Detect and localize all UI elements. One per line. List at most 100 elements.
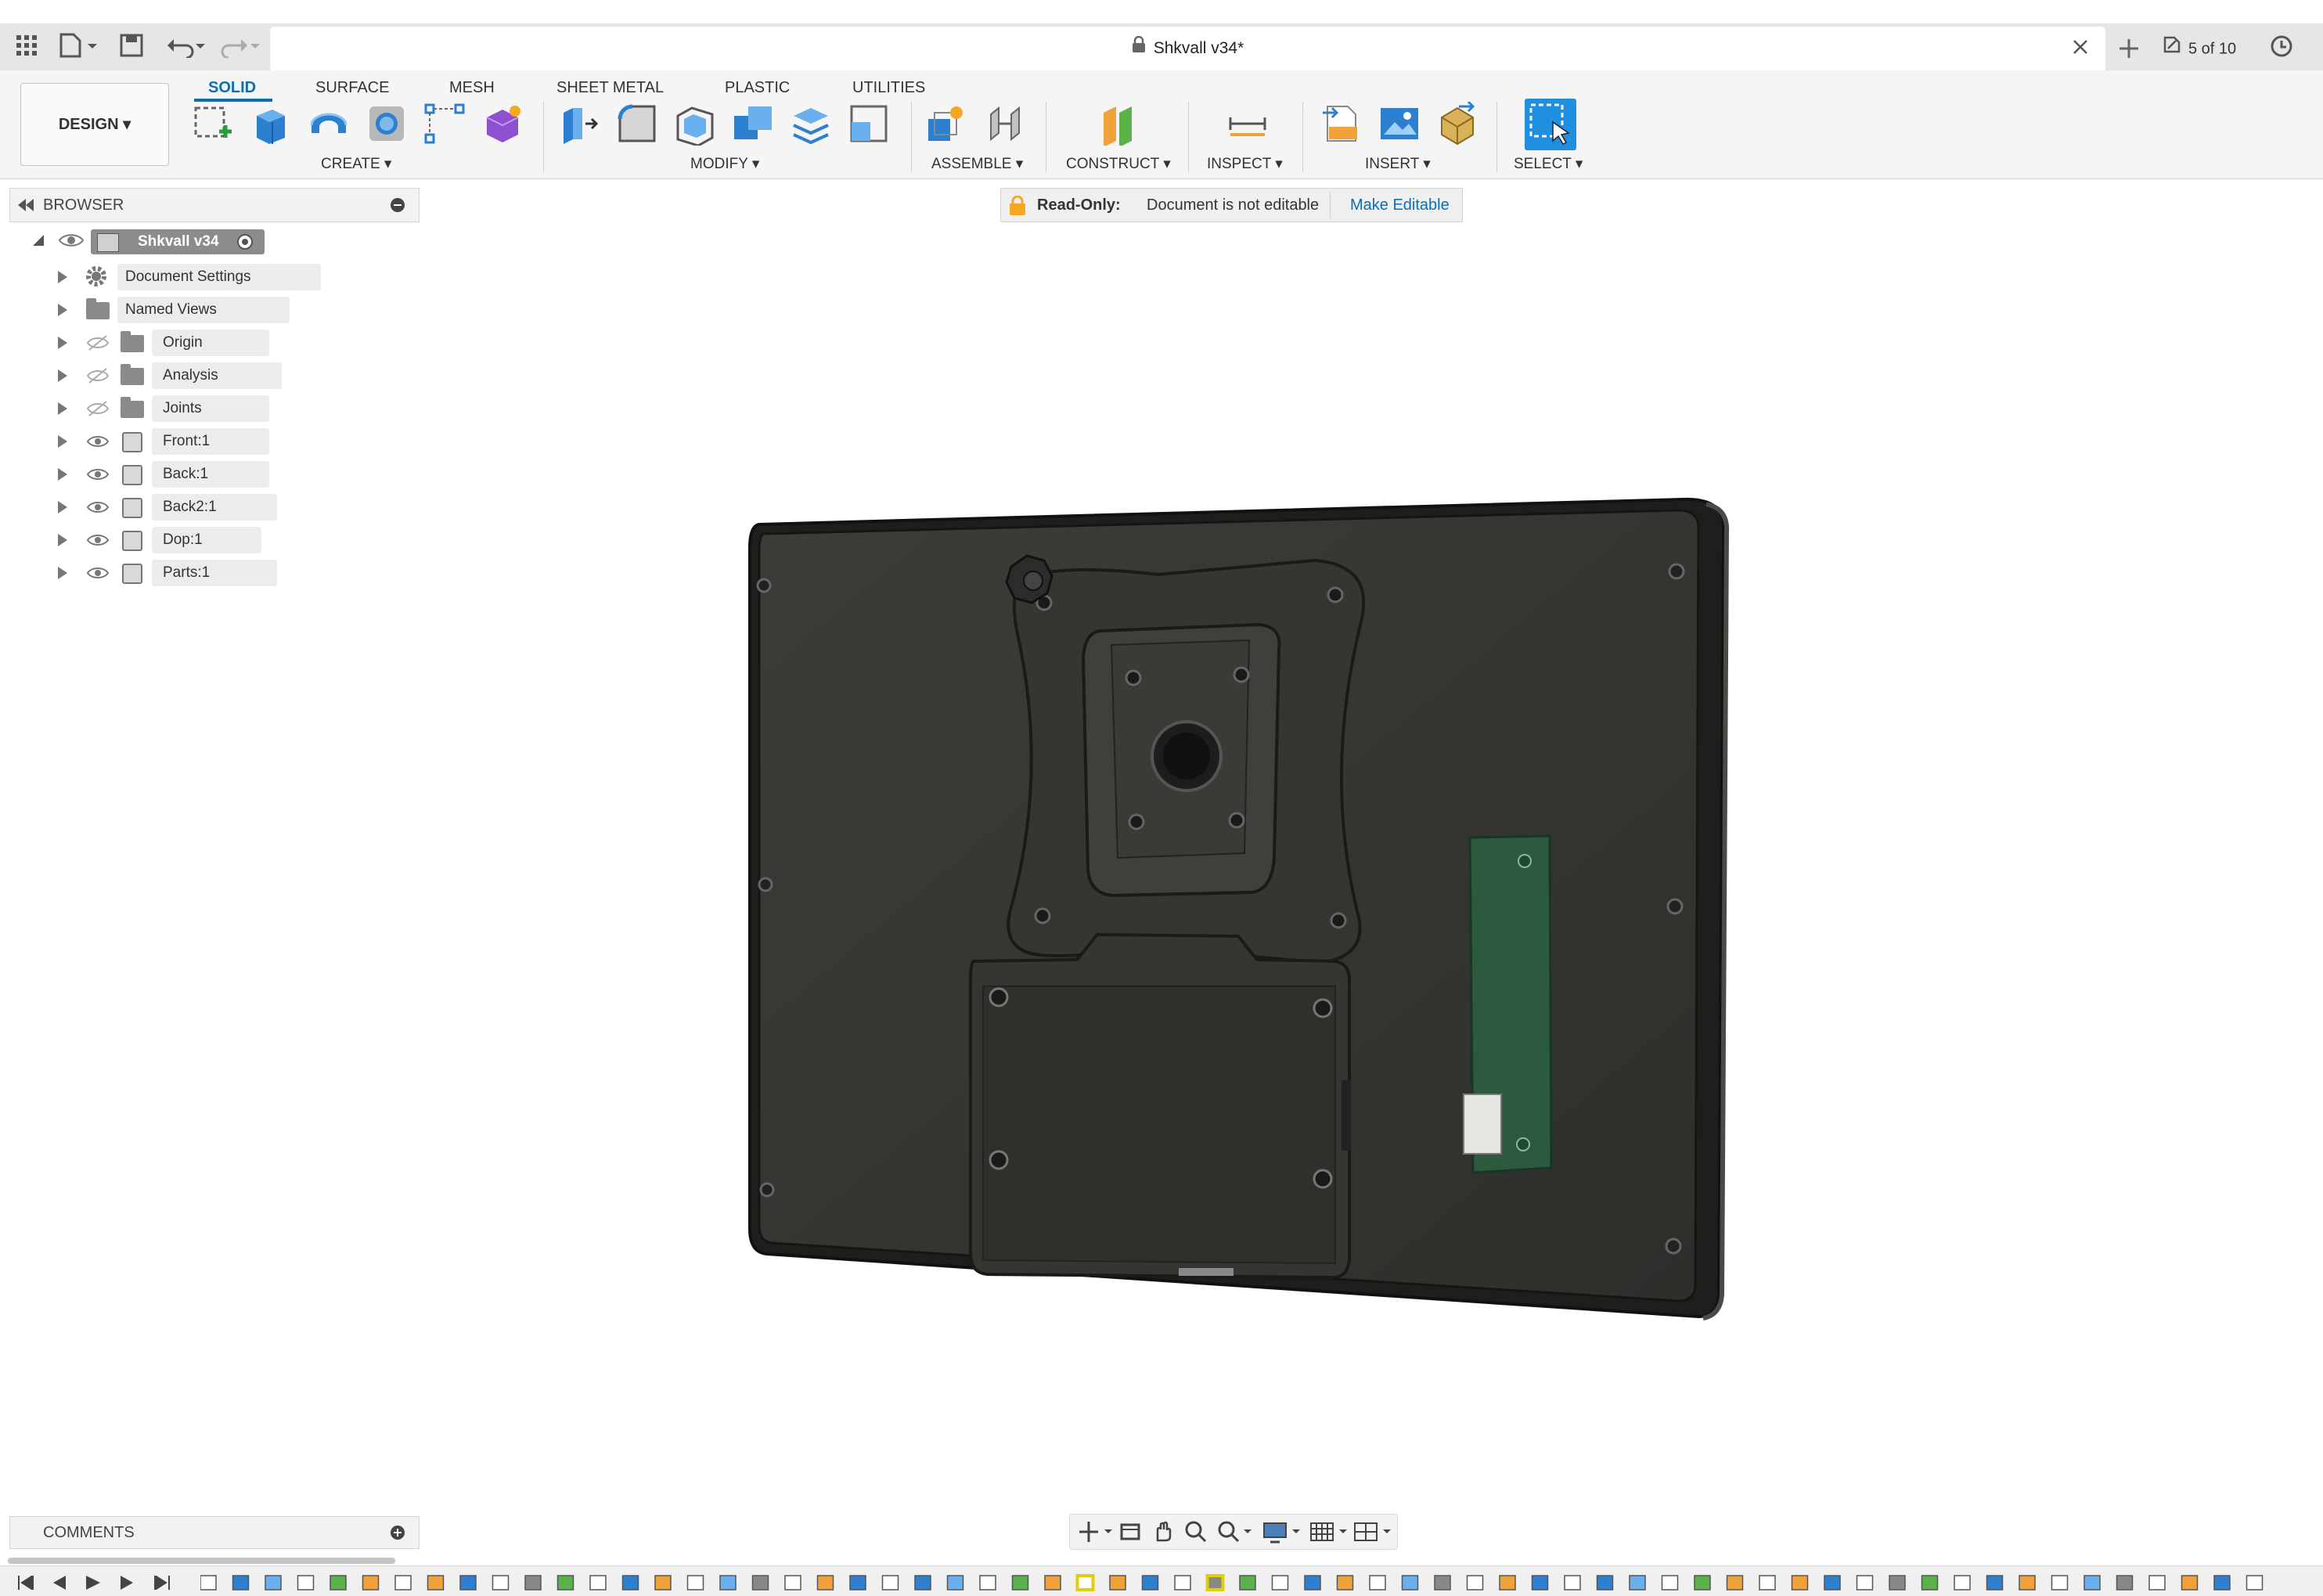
timeline-start-icon[interactable] (16, 1574, 34, 1594)
timeline-feature-icon[interactable] (1174, 1575, 1191, 1591)
revolve-icon[interactable] (307, 102, 351, 146)
redo-icon[interactable] (219, 34, 260, 62)
apps-grid-icon[interactable] (11, 23, 42, 70)
collapse-panel-icon[interactable] (16, 197, 35, 217)
insert-mesh-icon[interactable] (1435, 100, 1479, 146)
timeline-feature-icon[interactable] (2246, 1575, 2264, 1591)
timeline-feature-icon[interactable] (2083, 1575, 2101, 1591)
look-at-icon[interactable] (1118, 1520, 1142, 1547)
extrude-icon[interactable] (249, 102, 293, 146)
timeline-feature-icon[interactable] (946, 1575, 964, 1591)
root-collapse-toggle[interactable] (31, 233, 45, 251)
timeline-feature-icon[interactable] (1596, 1575, 1614, 1591)
timeline-feature-icon[interactable] (362, 1575, 380, 1591)
combine-icon[interactable] (731, 102, 775, 146)
timeline-feature-icon[interactable] (427, 1575, 445, 1591)
timeline-feature-icon[interactable] (2181, 1575, 2199, 1591)
expand-icon[interactable] (58, 304, 67, 316)
grid-settings-icon[interactable] (1309, 1520, 1349, 1547)
timeline-feature-icon[interactable] (1954, 1575, 1971, 1591)
expand-icon[interactable] (58, 468, 67, 481)
expand-icon[interactable] (58, 567, 67, 579)
display-settings-icon[interactable] (1262, 1520, 1302, 1547)
timeline-feature-icon[interactable] (1434, 1575, 1451, 1591)
tab-surface[interactable]: SURFACE (315, 70, 389, 105)
version-indicator[interactable]: 5 of 10 (2162, 34, 2236, 63)
create-form-icon[interactable] (481, 102, 524, 146)
timeline-feature-icon[interactable] (232, 1575, 250, 1591)
timeline-feature-icon[interactable] (265, 1575, 282, 1591)
timeline-feature-icon[interactable] (1336, 1575, 1354, 1591)
measure-icon[interactable] (1226, 102, 1270, 146)
save-icon[interactable] (119, 33, 144, 62)
scale-icon[interactable] (847, 102, 891, 146)
orbit-icon[interactable] (1078, 1520, 1112, 1547)
fillet-icon[interactable] (615, 102, 659, 146)
tab-sheet-metal[interactable]: SHEET METAL (556, 70, 664, 105)
hole-icon[interactable] (365, 102, 409, 146)
timeline-feature-icon[interactable] (1109, 1575, 1126, 1591)
visibility-eye-icon[interactable] (86, 499, 110, 520)
visibility-eye-icon[interactable] (86, 531, 110, 553)
timeline-feature-icon[interactable] (1239, 1575, 1256, 1591)
timeline-end-icon[interactable] (153, 1574, 172, 1594)
expand-icon[interactable] (58, 271, 67, 283)
timeline-feature-icon[interactable] (2148, 1575, 2166, 1591)
timeline-feature-icon[interactable] (2019, 1575, 2036, 1591)
timeline-feature-icon[interactable] (979, 1575, 996, 1591)
job-status-icon[interactable] (2270, 34, 2293, 62)
expand-icon[interactable] (58, 435, 67, 448)
tab-plastic[interactable]: PLASTIC (725, 70, 790, 105)
expand-icon[interactable] (58, 501, 67, 513)
timeline-previous-icon[interactable] (50, 1576, 67, 1594)
timeline-feature-icon[interactable] (1271, 1575, 1289, 1591)
timeline-feature-icon[interactable] (849, 1575, 866, 1591)
timeline-feature-icon[interactable] (686, 1575, 704, 1591)
timeline-feature-icon[interactable] (719, 1575, 737, 1591)
insert-canvas-icon[interactable] (1378, 102, 1421, 146)
timeline-feature-icon[interactable] (394, 1575, 412, 1591)
timeline-feature-icon[interactable] (1661, 1575, 1679, 1591)
press-pull-icon[interactable] (557, 102, 601, 146)
timeline-feature-icon[interactable] (1466, 1575, 1484, 1591)
fit-zoom-icon[interactable] (1217, 1520, 1252, 1547)
timeline-feature-icon[interactable] (621, 1575, 639, 1591)
comments-panel[interactable]: COMMENTS (9, 1516, 420, 1549)
tab-mesh[interactable]: MESH (449, 70, 495, 105)
new-component-icon[interactable] (924, 102, 967, 146)
timeline-feature-icon[interactable] (297, 1575, 315, 1591)
offset-plane-icon[interactable] (1096, 102, 1140, 147)
timeline-feature-icon[interactable] (1011, 1575, 1029, 1591)
select-menu[interactable]: SELECT ▾ (1514, 155, 1583, 173)
timeline-feature-icon[interactable] (784, 1575, 801, 1591)
file-menu-icon[interactable] (58, 33, 99, 62)
timeline-feature-icon[interactable] (1401, 1575, 1419, 1591)
expand-icon[interactable] (58, 337, 67, 349)
timeline-feature-icon[interactable] (1531, 1575, 1549, 1591)
timeline-feature-icon[interactable] (1564, 1575, 1581, 1591)
visibility-eye-icon[interactable] (86, 564, 110, 585)
create-sketch-icon[interactable] (191, 102, 235, 146)
expand-icon[interactable] (58, 369, 67, 382)
add-comment-icon[interactable] (391, 1526, 405, 1544)
timeline-feature-icon[interactable] (589, 1575, 607, 1591)
expand-icon[interactable] (58, 534, 67, 546)
document-tab[interactable]: Shkvall v34* (270, 27, 2105, 70)
timeline-feature-icon[interactable] (1986, 1575, 2004, 1591)
timeline-feature-icon[interactable] (1889, 1575, 1906, 1591)
shell-icon[interactable] (673, 102, 717, 147)
timeline-feature-icon[interactable] (1921, 1575, 1939, 1591)
modify-menu[interactable]: MODIFY ▾ (690, 155, 759, 173)
timeline-feature-icon[interactable] (816, 1575, 834, 1591)
timeline-feature-icon[interactable] (1499, 1575, 1516, 1591)
viewports-icon[interactable] (1353, 1520, 1392, 1547)
pattern-icon[interactable] (423, 102, 466, 146)
timeline-feature-icon[interactable] (914, 1575, 931, 1591)
timeline-feature-icons[interactable] (200, 1571, 2314, 1594)
browser-minimize-icon[interactable] (391, 198, 405, 216)
timeline-feature-icon[interactable] (2213, 1575, 2231, 1591)
timeline-feature-icon[interactable] (2116, 1575, 2134, 1591)
timeline-feature-icon[interactable] (459, 1575, 477, 1591)
hidden-eye-icon[interactable] (86, 400, 110, 421)
timeline-feature-icon[interactable] (492, 1575, 510, 1591)
